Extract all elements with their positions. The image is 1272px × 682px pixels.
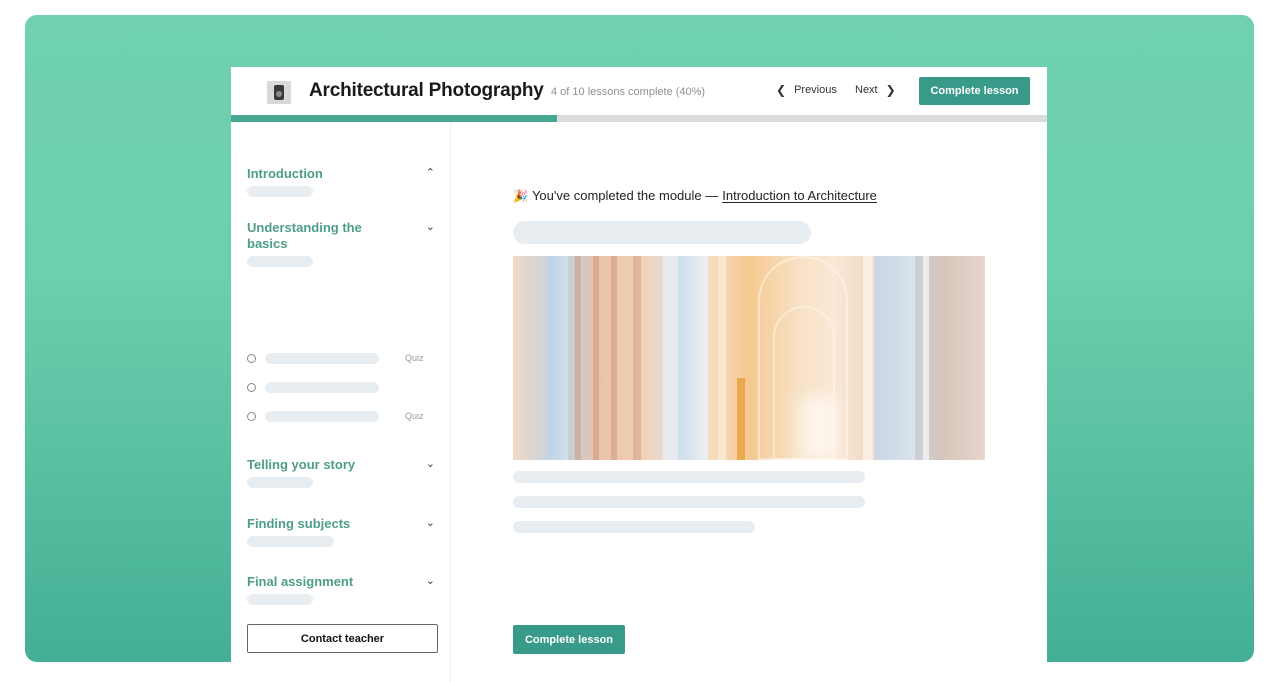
lesson-title-placeholder — [265, 410, 379, 422]
course-sidebar: Introduction ⌃ Understanding the basics … — [231, 122, 451, 682]
lesson-text-placeholder — [513, 496, 865, 508]
sidebar-section-finding-subjects[interactable]: Finding subjects ⌄ — [247, 516, 437, 547]
chevron-down-icon[interactable]: ⌄ — [426, 574, 435, 587]
section-title: Introduction — [247, 166, 323, 181]
next-label: Next — [855, 84, 878, 96]
quiz-tag: Quiz — [405, 353, 424, 363]
party-popper-icon: 🎉 — [513, 188, 528, 203]
lesson-status-radio[interactable] — [247, 353, 256, 363]
contact-teacher-button[interactable]: Contact teacher — [247, 624, 438, 653]
section-title: Understanding the basics — [247, 220, 362, 251]
lesson-item[interactable] — [247, 380, 437, 394]
previous-button[interactable]: ❮ Previous — [776, 83, 837, 97]
lesson-status-radio[interactable] — [247, 411, 256, 421]
course-progress-fill — [231, 115, 558, 122]
section-meta-placeholder — [247, 186, 313, 197]
course-header: Architectural Photography 4 of 10 lesson… — [231, 67, 1047, 116]
module-complete-message: 🎉 You've completed the module — Introduc… — [513, 188, 877, 203]
next-button[interactable]: Next ❯ — [855, 83, 896, 97]
section-title: Finding subjects — [247, 516, 351, 531]
previous-label: Previous — [794, 84, 837, 96]
course-progress-bar — [231, 115, 1047, 122]
progress-text: 4 of 10 lessons complete (40%) — [551, 86, 706, 98]
sidebar-section-understanding-the-basics[interactable]: Understanding the basics ⌄ — [247, 220, 437, 267]
chevron-right-icon: ❯ — [885, 83, 896, 97]
chevron-left-icon: ❮ — [776, 83, 787, 97]
section-meta-placeholder — [247, 536, 334, 547]
section-title: Telling your story — [247, 457, 356, 472]
lesson-text-placeholder — [513, 521, 755, 533]
lesson-heading-placeholder — [513, 221, 811, 244]
course-app: Architectural Photography 4 of 10 lesson… — [231, 67, 1047, 682]
complete-lesson-header-button[interactable]: Complete lesson — [919, 77, 1030, 105]
chevron-up-icon[interactable]: ⌃ — [426, 166, 435, 179]
sidebar-section-telling-your-story[interactable]: Telling your story ⌄ — [247, 457, 437, 488]
complete-lesson-button[interactable]: Complete lesson — [513, 625, 625, 654]
chevron-down-icon[interactable]: ⌄ — [426, 516, 435, 529]
section-meta-placeholder — [247, 477, 313, 488]
chevron-down-icon[interactable]: ⌄ — [426, 457, 435, 470]
module-complete-text: You've completed the module — — [531, 188, 719, 203]
lesson-title-placeholder — [265, 352, 379, 364]
chevron-down-icon[interactable]: ⌄ — [426, 220, 435, 233]
camera-icon — [267, 81, 291, 104]
quiz-tag: Quiz — [405, 411, 424, 421]
lesson-item[interactable]: Quiz — [247, 409, 437, 423]
lesson-item[interactable]: Quiz — [247, 351, 437, 365]
lesson-status-radio[interactable] — [247, 382, 256, 392]
sidebar-section-introduction[interactable]: Introduction ⌃ — [247, 166, 437, 197]
lesson-content: 🎉 You've completed the module — Introduc… — [452, 122, 1047, 682]
lesson-hero-image — [513, 256, 985, 460]
section-title: Final assignment — [247, 574, 354, 589]
course-title: Architectural Photography — [309, 80, 544, 101]
lesson-text-placeholder — [513, 471, 865, 483]
section-meta-placeholder — [247, 594, 313, 605]
section-meta-placeholder — [247, 256, 313, 267]
sidebar-section-final-assignment[interactable]: Final assignment ⌄ — [247, 574, 437, 605]
lesson-title-placeholder — [265, 381, 379, 393]
module-link[interactable]: Introduction to Architecture — [722, 188, 877, 203]
